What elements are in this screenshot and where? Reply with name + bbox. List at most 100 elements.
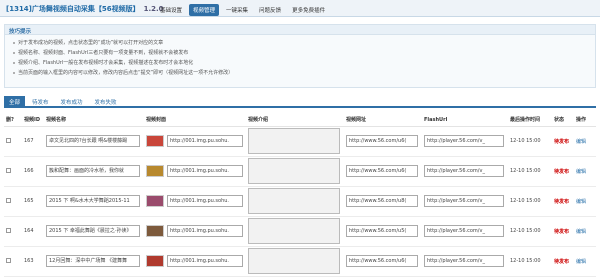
cell-flash: http://player.56.com/v_ xyxy=(422,126,508,157)
cover-url-input[interactable]: http://001.img.pu.sohu. xyxy=(167,255,243,267)
cover-thumbnail xyxy=(146,165,164,177)
table-row: 166 簇和配舞：画面的冷水桥，我你就 http://001.img.pu.sohu… xyxy=(4,156,596,187)
cover-thumbnail xyxy=(146,135,164,147)
cell-operation[interactable]: 编辑 xyxy=(574,186,596,217)
video-name-input[interactable]: 12月回舞：深中中广场舞 《建舞舞 xyxy=(46,255,140,267)
video-intro-textarea[interactable] xyxy=(248,218,340,244)
col-video-url: 视频网址 xyxy=(344,114,422,127)
cover-thumbnail xyxy=(146,255,164,267)
col-status: 状态 xyxy=(552,114,574,127)
cell-intro xyxy=(246,126,344,157)
cell-id: 163 xyxy=(22,246,44,277)
table-row: 165 2015 下 啊&水木大学舞蹈2015-11 http://001.img.… xyxy=(4,186,596,217)
tab-all[interactable]: 全部 xyxy=(4,96,26,106)
cell-url: http://www.56.com/u6( xyxy=(344,156,422,187)
nav-feedback[interactable]: 问题反馈 xyxy=(255,4,285,16)
delete-checkbox[interactable] xyxy=(6,227,11,233)
cell-status[interactable]: 待发布 xyxy=(552,156,574,187)
cell-time: 12-10 15:00 xyxy=(508,186,552,217)
video-url-input: http://www.56.com/u6( xyxy=(346,255,418,267)
cell-id: 165 xyxy=(22,186,44,217)
tip-item: 对于发布成功的视频，点击状态里的“成功”就可以打开对应的文章 xyxy=(13,38,587,48)
app-title-text: [1314]广场舞视频自动采集【56视频版】 xyxy=(6,5,140,13)
col-operation: 操作 xyxy=(574,114,596,127)
cell-cover: http://001.img.pu.sohu. xyxy=(144,156,246,187)
flash-url-input[interactable]: http://player.56.com/v_ xyxy=(424,225,504,237)
cell-status[interactable]: 待发布 xyxy=(552,246,574,277)
flash-url-input[interactable]: http://player.56.com/v_ xyxy=(424,165,504,177)
cell-flash: http://player.56.com/v_ xyxy=(422,246,508,277)
cell-cover: http://001.img.pu.sohu. xyxy=(144,246,246,277)
delete-checkbox[interactable] xyxy=(6,257,11,263)
cell-url: http://www.56.com/u8( xyxy=(344,186,422,217)
cell-operation[interactable]: 编辑 xyxy=(574,246,596,277)
top-bar: [1314]广场舞视频自动采集【56视频版】 1.2.0 基础设置 视频管理 一键… xyxy=(0,0,600,17)
col-video-intro: 视频介绍 xyxy=(246,114,344,127)
cell-delete xyxy=(4,186,22,217)
cover-thumbnail xyxy=(146,195,164,207)
video-intro-textarea[interactable] xyxy=(248,188,340,214)
cover-thumbnail xyxy=(146,225,164,237)
video-url-input: http://www.56.com/u8( xyxy=(346,195,418,207)
cell-name: 12月回舞：深中中广场舞 《建舞舞 xyxy=(44,246,144,277)
cell-time: 12-10 15:00 xyxy=(508,156,552,187)
video-name-input[interactable]: 2015 下 幸福此舞蹈《晨拉之·孙读》 xyxy=(46,225,140,237)
cell-name: 2015 下 幸福此舞蹈《晨拉之·孙读》 xyxy=(44,216,144,247)
cover-url-input[interactable]: http://001.img.pu.sohu. xyxy=(167,195,243,207)
video-intro-textarea[interactable] xyxy=(248,158,340,184)
video-name-input[interactable]: 卓文见北四的?台长跟 啊&楼楼藤踢 xyxy=(46,135,140,147)
cover-url-input[interactable]: http://001.img.pu.sohu. xyxy=(167,135,243,147)
video-url-input: http://www.56.com/u6( xyxy=(346,135,418,147)
flash-url-input[interactable]: http://player.56.com/v_ xyxy=(424,135,504,147)
app-title: [1314]广场舞视频自动采集【56视频版】 1.2.0 xyxy=(6,4,164,14)
tab-published[interactable]: 发布成功 xyxy=(56,96,88,106)
video-name-input[interactable]: 2015 下 啊&水木大学舞蹈2015-11 xyxy=(46,195,140,207)
delete-checkbox[interactable] xyxy=(6,197,11,203)
video-url-input: http://www.56.com/u5( xyxy=(346,225,418,237)
nav-video-management[interactable]: 视频管理 xyxy=(189,4,220,16)
cell-status[interactable]: 待发布 xyxy=(552,126,574,157)
col-video-id: 视频ID xyxy=(22,114,44,127)
table-row: 163 12月回舞：深中中广场舞 《建舞舞 http://001.img.pu.so… xyxy=(4,246,596,277)
cell-url: http://www.56.com/u5( xyxy=(344,216,422,247)
cell-time: 12-10 15:00 xyxy=(508,246,552,277)
tab-pending[interactable]: 待发布 xyxy=(27,96,54,106)
video-name-input[interactable]: 簇和配舞：画面的冷水桥，我你就 xyxy=(46,165,140,177)
cell-url: http://www.56.com/u6( xyxy=(344,126,422,157)
cell-status[interactable]: 待发布 xyxy=(552,216,574,247)
nav-one-click-collect[interactable]: 一键采集 xyxy=(222,4,252,16)
tips-list: 对于发布成功的视频，点击状态里的“成功”就可以打开对应的文章 视频名称、视频封面… xyxy=(5,35,595,81)
col-video-name: 视频名称 xyxy=(44,114,144,127)
cell-flash: http://player.56.com/v_ xyxy=(422,156,508,187)
cell-operation[interactable]: 编辑 xyxy=(574,216,596,247)
cell-time: 12-10 15:00 xyxy=(508,126,552,157)
table-header-row: 删? 视频ID 视频名称 视频封面 视频介绍 视频网址 FlashUrl 最后操… xyxy=(4,114,596,127)
cell-cover: http://001.img.pu.sohu. xyxy=(144,126,246,157)
cover-url-input[interactable]: http://001.img.pu.sohu. xyxy=(167,165,243,177)
delete-checkbox[interactable] xyxy=(6,167,11,173)
cell-cover: http://001.img.pu.sohu. xyxy=(144,216,246,247)
video-intro-textarea[interactable] xyxy=(248,248,340,274)
cell-flash: http://player.56.com/v_ xyxy=(422,216,508,247)
col-delete: 删? xyxy=(4,114,22,127)
cover-url-input[interactable]: http://001.img.pu.sohu. xyxy=(167,225,243,237)
cell-operation[interactable]: 编辑 xyxy=(574,156,596,187)
cell-status[interactable]: 待发布 xyxy=(552,186,574,217)
cell-delete xyxy=(4,246,22,277)
cell-delete xyxy=(4,126,22,157)
cell-intro xyxy=(246,156,344,187)
tip-item: 视频介绍、FlashUrl一般在发布视频时才会采集，视频描述在发布时才会本地化 xyxy=(13,58,587,68)
tab-failed[interactable]: 发布失败 xyxy=(90,96,122,106)
cell-operation[interactable]: 编辑 xyxy=(574,126,596,157)
video-url-input: http://www.56.com/u6( xyxy=(346,165,418,177)
cell-url: http://www.56.com/u6( xyxy=(344,246,422,277)
delete-checkbox[interactable] xyxy=(6,137,11,143)
col-video-cover: 视频封面 xyxy=(144,114,246,127)
cell-time: 12-10 15:00 xyxy=(508,216,552,247)
flash-url-input[interactable]: http://player.56.com/v_ xyxy=(424,255,504,267)
nav-basic-settings[interactable]: 基础设置 xyxy=(156,4,186,16)
tips-panel: 技巧提示 对于发布成功的视频，点击状态里的“成功”就可以打开对应的文章 视频名称… xyxy=(4,24,596,88)
video-intro-textarea[interactable] xyxy=(248,128,340,154)
nav-more-plugins[interactable]: 更多免费插件 xyxy=(288,4,329,16)
flash-url-input[interactable]: http://player.56.com/v_ xyxy=(424,195,504,207)
